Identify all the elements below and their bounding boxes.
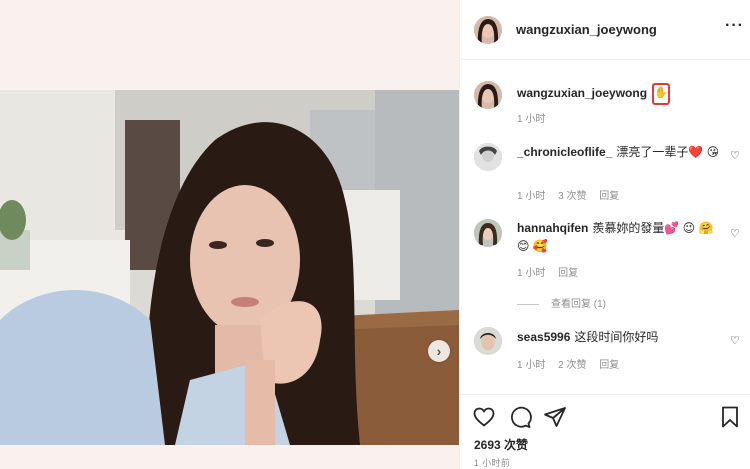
reply-button[interactable]: 回复 — [599, 360, 619, 371]
comment-text: seas5996 这段时间你好吗 — [517, 328, 727, 346]
comment-body: 漂亮了一辈子❤️ 😘 — [616, 145, 720, 159]
post-media-area: › — [0, 0, 459, 469]
next-photo-button[interactable]: › — [428, 340, 450, 362]
commenter-avatar[interactable] — [474, 219, 502, 247]
post-photo[interactable]: › — [0, 90, 459, 445]
like-comment-heart-icon[interactable]: ♡ — [730, 149, 740, 162]
view-replies[interactable]: 查看回复 (1) — [517, 295, 606, 310]
commenter-avatar[interactable] — [474, 327, 502, 355]
comment-meta: 1 小时 2 次赞 回复 — [517, 356, 629, 371]
author-username[interactable]: wangzuxian_joeywong — [516, 22, 657, 37]
caption-username[interactable]: wangzuxian_joeywong — [517, 86, 647, 100]
comment-text: hannahqifen 羨慕妳的發量💕 😉 🤗 😊 🥰 — [517, 219, 727, 255]
comment-username[interactable]: _chronicleoflife_ — [517, 145, 612, 159]
comment-meta: 1 小时 3 次赞 回复 — [517, 187, 629, 202]
caption-text: wangzuxian_joeywong ✋ — [517, 83, 737, 105]
comment-username[interactable]: hannahqifen — [517, 221, 588, 235]
like-comment-heart-icon[interactable]: ♡ — [730, 334, 740, 347]
author-avatar[interactable] — [474, 16, 502, 44]
comment-likes[interactable]: 2 次赞 — [558, 360, 586, 371]
comment-meta: 1 小时 回复 — [517, 264, 588, 279]
comment-username[interactable]: seas5996 — [517, 330, 570, 344]
post-actions-bar: 2693 次赞 1 小时前 — [460, 394, 750, 469]
caption-meta: 1 小时 — [517, 110, 555, 125]
comment-time: 1 小时 — [517, 360, 546, 371]
caption-author-avatar[interactable] — [474, 81, 502, 109]
caption-time: 1 小时 — [517, 114, 546, 125]
more-options-icon[interactable]: ··· — [725, 18, 744, 34]
comment-bubble-icon[interactable] — [508, 405, 532, 429]
post-header: wangzuxian_joeywong ··· — [460, 0, 750, 60]
highlighted-emoji: ✋ — [652, 83, 671, 105]
comment-time: 1 小时 — [517, 191, 546, 202]
comment-likes[interactable]: 3 次赞 — [558, 191, 586, 202]
commenter-avatar[interactable] — [474, 143, 502, 171]
view-replies-label[interactable]: 查看回复 (1) — [551, 299, 606, 310]
post-detail-panel: wangzuxian_joeywong ··· wangzuxian_joeyw… — [459, 0, 750, 469]
reply-button[interactable]: 回复 — [558, 268, 578, 279]
like-heart-icon[interactable] — [472, 405, 496, 429]
share-send-icon[interactable] — [543, 405, 567, 429]
posted-time: 1 小时前 — [474, 458, 511, 468]
replies-divider — [517, 303, 539, 305]
reply-button[interactable]: 回复 — [599, 191, 619, 202]
comment-text: _chronicleoflife_ 漂亮了一辈子❤️ 😘 — [517, 143, 727, 161]
comment-time: 1 小时 — [517, 268, 546, 279]
likes-count[interactable]: 2693 次赞 — [474, 436, 528, 453]
comment-body: 这段时间你好吗 — [574, 330, 659, 344]
selfie-photo-illustration — [0, 90, 459, 445]
like-comment-heart-icon[interactable]: ♡ — [730, 227, 740, 240]
bookmark-save-icon[interactable] — [718, 405, 742, 429]
